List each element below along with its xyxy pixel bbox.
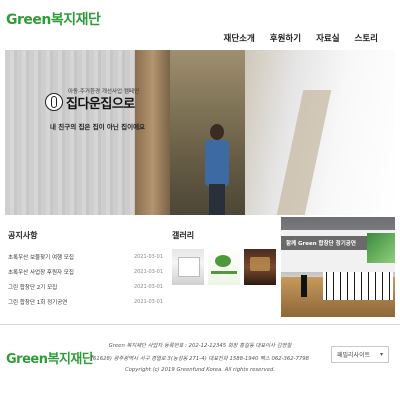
gallery-thumbnails bbox=[172, 249, 282, 285]
gallery-thumb-3[interactable] bbox=[244, 249, 276, 285]
site-header: Green복지재단 재단소개 후원하기 자료실 스토리 bbox=[0, 0, 400, 48]
leaf-icon bbox=[215, 255, 231, 267]
thumb-text-bar bbox=[211, 271, 237, 274]
nav-about[interactable]: 재단소개 bbox=[224, 32, 255, 44]
gallery-section: 갤러리 bbox=[172, 230, 282, 285]
house-key-icon bbox=[45, 93, 63, 111]
logo-kr: 복지재단 bbox=[50, 12, 101, 28]
notice-section: 공지사항 초록우산 보물찾기 여행 모집 2021-03-01 초록우산 사업장… bbox=[8, 230, 163, 309]
concert-banner[interactable]: 함께 Green 합창단 정기공연 bbox=[281, 217, 395, 317]
site-logo[interactable]: Green복지재단 bbox=[6, 9, 101, 29]
concert-banner-text: 함께 Green 합창단 정기공연 bbox=[286, 241, 356, 247]
thumb-poster bbox=[178, 257, 200, 277]
concert-conductor bbox=[301, 275, 307, 297]
notice-title[interactable]: 공지사항 bbox=[8, 230, 163, 241]
notice-row[interactable]: 그린 합창단 1회 정기공연 2021-03-01 bbox=[8, 294, 163, 309]
notice-item-date: 2021-03-01 bbox=[133, 283, 163, 290]
nav-resources[interactable]: 자료실 bbox=[316, 32, 339, 44]
main-nav: 재단소개 후원하기 자료실 스토리 bbox=[224, 32, 379, 44]
gallery-thumb-1[interactable] bbox=[172, 249, 204, 285]
notice-item-title[interactable]: 그린 합창단 1회 정기공연 bbox=[8, 298, 67, 306]
notice-item-title[interactable]: 초록우산 사업장 후원자 모집 bbox=[8, 268, 74, 276]
thumb-highlight bbox=[250, 257, 270, 271]
hero-wall-image bbox=[5, 50, 135, 215]
notice-item-title[interactable]: 그린 합창단 2기 모집 bbox=[8, 283, 57, 291]
notice-row[interactable]: 초록우산 보물찾기 여행 모집 2021-03-01 bbox=[8, 249, 163, 264]
logo-en: Green bbox=[6, 12, 51, 28]
notice-item-date: 2021-03-01 bbox=[133, 268, 163, 275]
hero-child-body bbox=[205, 140, 229, 186]
family-site-label: 패밀리사이트 bbox=[337, 352, 371, 359]
gallery-thumb-2[interactable] bbox=[208, 249, 240, 285]
gallery-title[interactable]: 갤러리 bbox=[172, 230, 282, 241]
hero-caption: 내 친구의 집은 집이 아닌 집이에요 bbox=[50, 123, 146, 131]
hero-post-image bbox=[135, 50, 170, 215]
notice-item-title[interactable]: 초록우산 보물찾기 여행 모집 bbox=[8, 253, 74, 261]
hero-doorway-image bbox=[170, 50, 245, 215]
hero-child-head bbox=[210, 124, 224, 140]
nav-donate[interactable]: 후원하기 bbox=[270, 32, 301, 44]
concert-green-graphic bbox=[367, 233, 395, 263]
notice-item-date: 2021-03-01 bbox=[133, 298, 163, 305]
notice-item-date: 2021-03-01 bbox=[133, 253, 163, 260]
hero-child-legs bbox=[209, 184, 225, 215]
hero-banner[interactable] bbox=[5, 50, 395, 215]
notice-row[interactable]: 그린 합창단 2기 모집 2021-03-01 bbox=[8, 279, 163, 294]
notice-row[interactable]: 초록우산 사업장 후원자 모집 2021-03-01 bbox=[8, 264, 163, 279]
nav-story[interactable]: 스토리 bbox=[355, 32, 378, 44]
footer-copyright: Copyright (c) 2019 Greenfund Korea. All … bbox=[124, 367, 276, 373]
chevron-down-icon: ▾ bbox=[379, 351, 383, 358]
site-footer: Green복지재단 Green 복지재단 사업자 등록번호 : 202-12-1… bbox=[0, 326, 400, 400]
family-site-select[interactable]: 패밀리사이트 ▾ bbox=[331, 346, 389, 363]
hero-title: 집다운집으로 bbox=[66, 97, 135, 112]
footer-divider bbox=[0, 324, 400, 325]
concert-choir bbox=[323, 272, 393, 300]
